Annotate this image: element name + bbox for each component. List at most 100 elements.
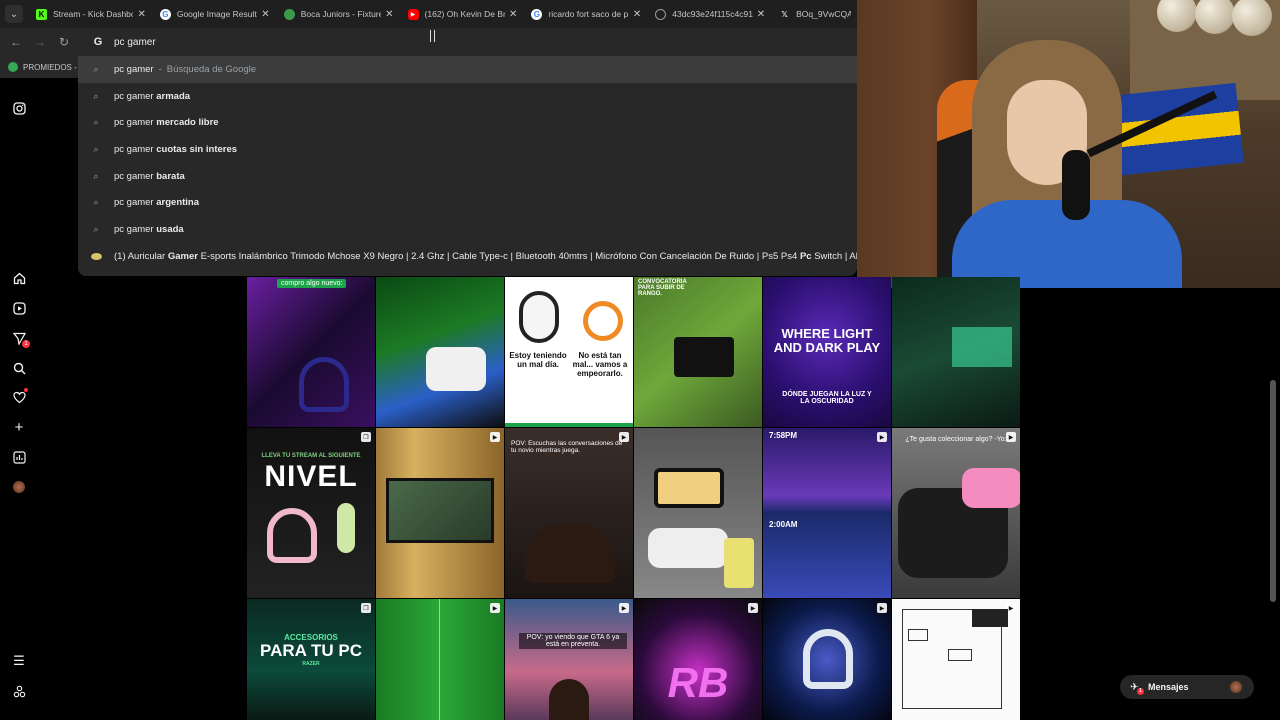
keyboard-graphic	[674, 337, 734, 377]
post-tile[interactable]: WHERE LIGHT AND DARK PLAY DÓNDE JUEGAN L…	[763, 277, 891, 427]
post-tile[interactable]: ▶	[376, 599, 504, 720]
post-caption: compro algo nuevo:	[277, 279, 347, 288]
avatar	[13, 481, 25, 493]
post-tile[interactable]: ▶ RB	[634, 599, 762, 720]
chevron-down-icon: ⌄	[9, 8, 19, 20]
earbuds-case-graphic	[426, 347, 486, 391]
instagram-icon[interactable]	[11, 100, 27, 116]
post-tile[interactable]: ▶ 7:58PM 2:00AM	[763, 428, 891, 598]
history-suggestion-item[interactable]: (1) Auricular Gamer E-sports Inalámbrico…	[78, 243, 857, 270]
reel-icon: ▶	[490, 432, 500, 442]
tab-search-button[interactable]: ⌄	[0, 0, 28, 28]
address-bar[interactable]: G pc gamer	[78, 28, 857, 56]
post-tile[interactable]	[892, 277, 1020, 427]
close-icon[interactable]: ✕	[509, 9, 517, 20]
close-icon[interactable]: ✕	[137, 9, 145, 20]
back-button[interactable]: ←	[4, 28, 28, 56]
close-icon[interactable]: ✕	[757, 9, 765, 20]
direct-messages-icon[interactable]: 1	[11, 330, 30, 348]
post-tile[interactable]	[376, 277, 504, 427]
flowchart-node	[972, 609, 1008, 627]
gta-person-graphic	[549, 679, 589, 720]
close-icon[interactable]: ✕	[633, 9, 641, 20]
tab-boca[interactable]: Boca Juniors - Fixture ✕	[276, 0, 400, 28]
reel-icon: ▶	[877, 603, 887, 613]
post-tile[interactable]: ▶	[763, 599, 891, 720]
address-input[interactable]: pc gamer	[114, 37, 156, 48]
messages-button[interactable]: ✈ 1 Mensajes	[1120, 675, 1254, 699]
tab-ricardo[interactable]: Gricardo fort saco de p ✕	[523, 0, 647, 28]
post-tile[interactable]: ▶ POV: yo viendo que GTA 6 ya está en pr…	[505, 599, 633, 720]
omnibox-suggestions: ⌕ pc gamer - Búsqueda de Google ⌕ pc game…	[78, 56, 857, 276]
monitor-graphic	[952, 327, 1012, 367]
threads-icon[interactable]	[11, 683, 27, 699]
field-line-graphic	[439, 599, 440, 720]
console-graphic	[654, 468, 724, 508]
search-icon: ⌕	[93, 117, 99, 128]
suggestion-item[interactable]: ⌕ pc gamer cuotas sin interes	[78, 136, 857, 163]
text-cursor	[430, 30, 435, 42]
search-icon: ⌕	[93, 90, 99, 101]
search-icon: ⌕	[93, 63, 99, 74]
phone-graphic	[724, 538, 754, 588]
home-icon[interactable]	[11, 270, 27, 286]
cat-headset-graphic	[267, 508, 317, 563]
post-tile[interactable]: ▶ ¿Te gusta coleccionar algo? -Yo:	[892, 428, 1020, 598]
flowchart-node	[908, 629, 928, 641]
profile-avatar[interactable]	[11, 479, 27, 495]
headset-graphic	[803, 629, 853, 689]
shield-icon	[283, 8, 295, 20]
tab-kick[interactable]: K Stream - Kick Dashbo ✕	[28, 0, 152, 28]
tab-strip: ⌄ K Stream - Kick Dashbo ✕ G Google Image R…	[0, 0, 857, 28]
post-tile[interactable]: ▶	[892, 599, 1020, 720]
suggestion-item[interactable]: ⌕ pc gamer mercado libre	[78, 109, 857, 136]
search-icon[interactable]	[11, 360, 27, 376]
overwatch-logo-icon	[583, 301, 623, 341]
suggestion-item[interactable]: ⌕ pc gamer argentina	[78, 189, 857, 216]
forward-button[interactable]: →	[28, 28, 52, 56]
tab-hash[interactable]: 43dc93e24f115c4c91 ✕	[647, 0, 771, 28]
post-tile[interactable]: compro algo nuevo:	[247, 277, 375, 427]
posts-grid: compro algo nuevo: Estoy teniendo un mal…	[247, 277, 1023, 720]
site-favicon-icon	[91, 252, 102, 260]
tab-x[interactable]: 𝕏BOq_9VwCQAEy7F	[771, 0, 857, 28]
post-tile[interactable]: ❐ LLEVA TU STREAM AL SIGUIENTE NIVEL	[247, 428, 375, 598]
tab-youtube[interactable]: ▶ (162) Oh Kevin De Br ✕	[400, 0, 524, 28]
tab-google-image[interactable]: G Google Image Result ✕	[152, 0, 276, 28]
suggestion-item[interactable]: ⌕ pc gamer armada	[78, 83, 857, 110]
post-tile[interactable]: ▶ POV: Escuchas las conversaciones de tu…	[505, 428, 633, 598]
post-tile[interactable]: CONVOCATORIA PARA SUBIR DE RANGO.	[634, 277, 762, 427]
globe-icon	[655, 8, 667, 20]
suggestion-item[interactable]: ⌕ pc gamer - Búsqueda de Google	[78, 56, 857, 83]
arrow-right-icon: →	[34, 35, 46, 49]
reload-button[interactable]: ↻	[52, 28, 76, 56]
post-tile[interactable]: ▶	[376, 428, 504, 598]
bookmark-favicon-icon	[8, 62, 18, 72]
insights-icon[interactable]	[11, 449, 27, 465]
reel-icon: ▶	[619, 603, 629, 613]
x-logo-icon: 𝕏	[781, 9, 788, 19]
search-icon: ⌕	[93, 197, 99, 208]
google-icon: G	[159, 8, 171, 20]
suggestion-item[interactable]: ⌕ pc gamer usada	[78, 216, 857, 243]
search-icon: ⌕	[93, 143, 99, 154]
post-tile[interactable]	[634, 428, 762, 598]
search-icon: ⌕	[93, 223, 99, 234]
close-icon[interactable]: ✕	[261, 9, 269, 20]
monitor-graphic	[386, 478, 494, 543]
webcam-overlay	[857, 0, 1280, 288]
bookmark-promiedos[interactable]: PROMIEDOS -	[23, 63, 77, 72]
arrow-left-icon: ←	[10, 35, 22, 49]
plus-icon[interactable]: +	[11, 419, 27, 436]
menu-icon[interactable]: ☰	[11, 653, 27, 669]
post-tile[interactable]: ❐ ACCESORIOS PARA TU PC RAZER	[247, 599, 375, 720]
suggestion-item[interactable]: ⌕ pc gamer barata	[78, 163, 857, 190]
reels-icon[interactable]	[11, 300, 27, 316]
reel-icon: ▶	[877, 432, 887, 442]
page-scrollbar[interactable]	[1270, 380, 1276, 602]
heart-icon[interactable]	[11, 388, 28, 405]
pink-sleeve-graphic	[962, 468, 1020, 508]
close-icon[interactable]: ✕	[385, 9, 393, 20]
headset-meme-graphic	[519, 291, 559, 343]
post-tile[interactable]: Estoy teniendo un mal día. No está tan m…	[505, 277, 633, 427]
